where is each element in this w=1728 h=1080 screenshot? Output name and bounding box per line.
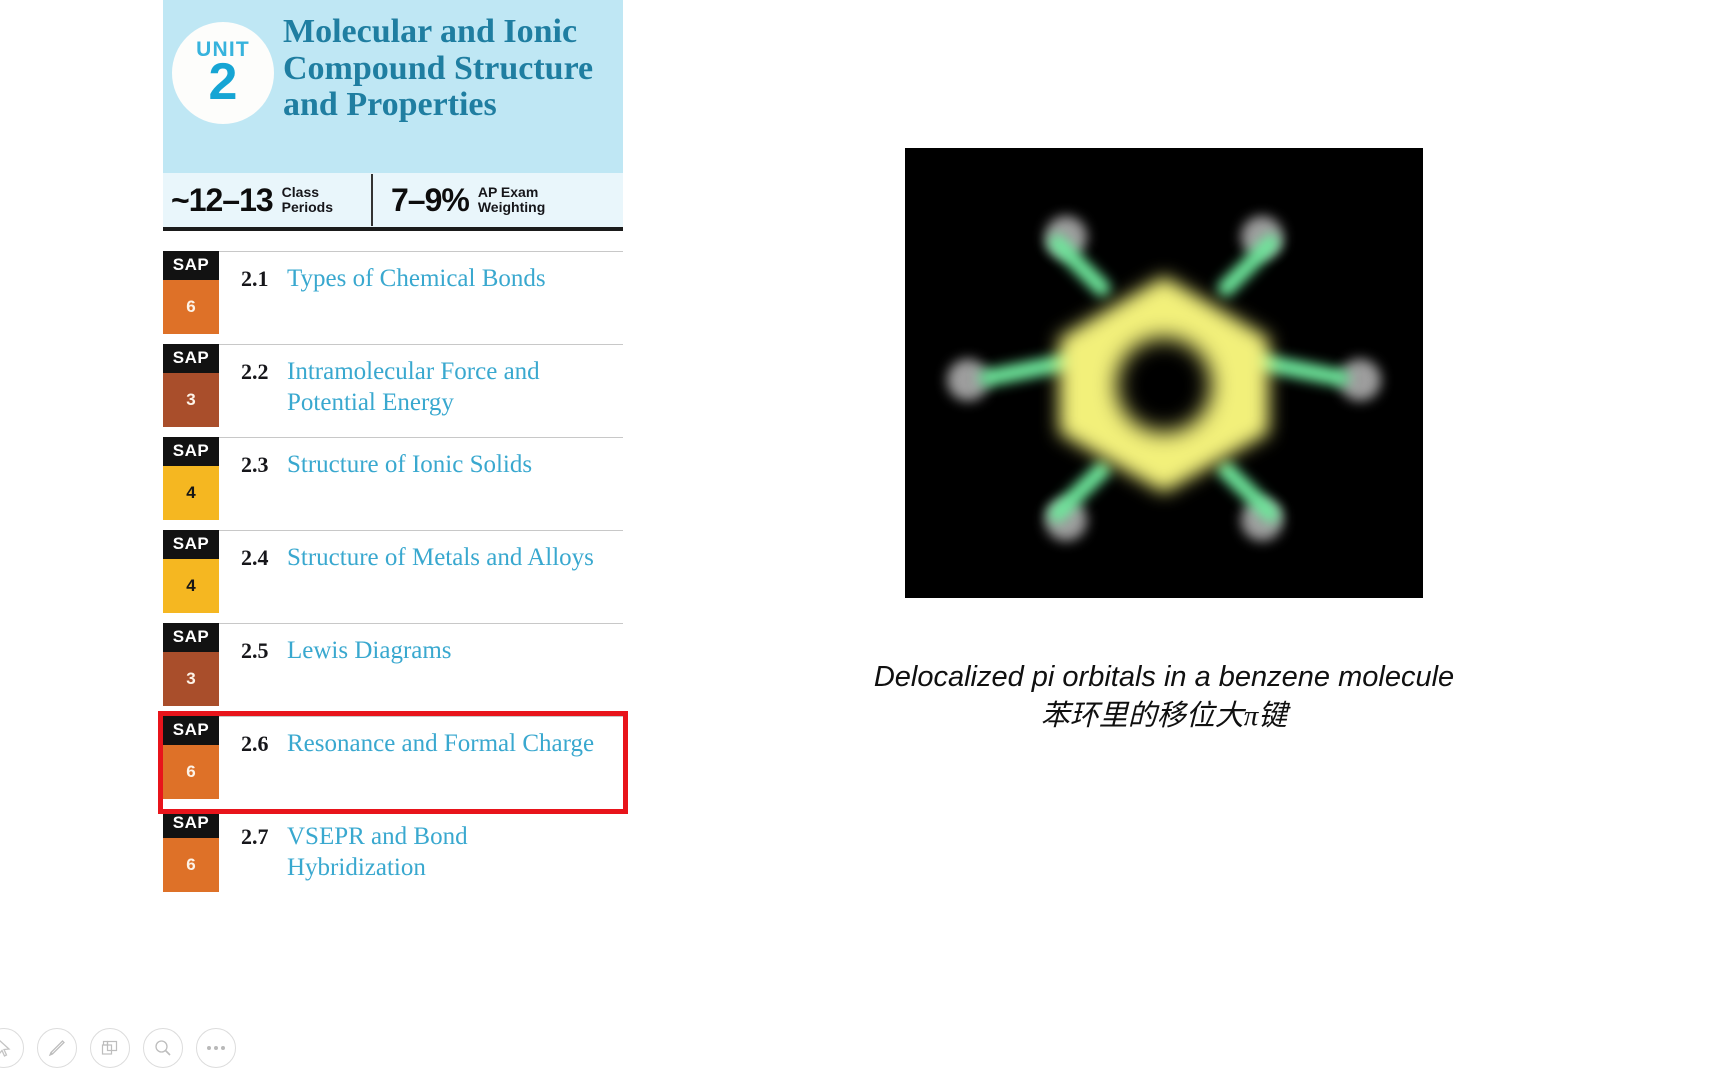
topic-skill-tag: SAP [163, 437, 219, 466]
exam-weighting-label: AP Exam Weighting [478, 185, 545, 214]
topic-code: 2.3 [241, 452, 269, 477]
bottom-toolbar[interactable] [0, 1028, 236, 1068]
class-periods-label: Class Periods [282, 185, 333, 214]
topic-body: 2.7 VSEPR and Bond Hybridization [219, 810, 597, 883]
more-dots [207, 1046, 225, 1050]
topic-skill-count: 6 [163, 745, 219, 799]
benzene-orbital-image [905, 148, 1423, 598]
topic-tag-column: SAP 6 [163, 716, 219, 799]
class-periods-value: ~12–13 [171, 181, 274, 218]
topic-skill-tag: SAP [163, 716, 219, 745]
ring-center-hole [1117, 338, 1211, 432]
topic-name[interactable]: Lewis Diagrams [287, 636, 452, 667]
stat-class-periods: ~12–13 Class Periods [163, 174, 373, 226]
topic-code: 2.5 [241, 638, 269, 663]
unit-circle: UNIT 2 [172, 22, 274, 124]
topic-row[interactable]: SAP 6 2.1 Types of Chemical Bonds [163, 251, 623, 344]
figure-panel: Delocalized pi orbitals in a benzene mol… [874, 148, 1454, 737]
topic-name[interactable]: Resonance and Formal Charge [287, 729, 594, 760]
topic-body: 2.2 Intramolecular Force and Potential En… [219, 345, 597, 418]
topic-skill-tag: SAP [163, 809, 219, 838]
exam-weighting-label-line1: AP Exam [477, 184, 539, 201]
unit-stats-bar: ~12–13 Class Periods 7–9% AP Exam Weight… [163, 173, 623, 231]
topic-row[interactable]: SAP 4 2.4 Structure of Metals and Alloys [163, 530, 623, 623]
unit-badge: UNIT 2 [163, 0, 283, 124]
figure-caption: Delocalized pi orbitals in a benzene mol… [859, 658, 1469, 737]
topic-name[interactable]: VSEPR and Bond Hybridization [287, 822, 597, 883]
topic-skill-tag: SAP [163, 344, 219, 373]
topic-row[interactable]: SAP 4 2.3 Structure of Ionic Solids [163, 437, 623, 530]
exam-weighting-value: 7–9% [391, 181, 470, 218]
topic-list: SAP 6 2.1 Types of Chemical Bonds SAP 3 2.2 Int… [158, 251, 628, 902]
topic-name[interactable]: Types of Chemical Bonds [287, 264, 546, 295]
topic-body: 2.3 Structure of Ionic Solids [219, 438, 532, 481]
pointer-icon[interactable] [0, 1028, 24, 1068]
layers-icon[interactable] [90, 1028, 130, 1068]
topic-body: 2.4 Structure of Metals and Alloys [219, 531, 594, 574]
topic-tag-column: SAP 4 [163, 437, 219, 520]
topic-skill-count: 4 [163, 559, 219, 613]
unit-header: UNIT 2 Molecular and Ionic Compound Stru… [163, 0, 623, 173]
topic-code: 2.6 [241, 731, 269, 756]
topic-code: 2.4 [241, 545, 269, 570]
figure-caption-cn: 苯环里的移位大π键 [1040, 700, 1288, 733]
topic-name[interactable]: Structure of Ionic Solids [287, 450, 532, 481]
topic-body: 2.1 Types of Chemical Bonds [219, 252, 546, 295]
topic-row[interactable]: SAP 3 2.5 Lewis Diagrams [163, 623, 623, 716]
topic-skill-count: 6 [163, 280, 219, 334]
class-periods-label-line1: Class [281, 184, 320, 201]
exam-weighting-label-line2: Weighting [477, 199, 546, 215]
topic-row[interactable]: SAP 3 2.2 Intramolecular Force and Potentia… [163, 344, 623, 437]
topic-body: 2.6 Resonance and Formal Charge [219, 717, 594, 760]
topic-row[interactable]: SAP 6 2.7 VSEPR and Bond Hybridization [163, 809, 623, 902]
unit-title: Molecular and Ionic Compound Structure a… [283, 13, 594, 124]
magnifier-icon[interactable] [143, 1028, 183, 1068]
topic-name[interactable]: Intramolecular Force and Potential Energ… [287, 357, 597, 418]
topic-skill-count: 3 [163, 652, 219, 706]
topic-code: 2.2 [241, 359, 269, 384]
topic-skill-tag: SAP [163, 530, 219, 559]
topic-tag-column: SAP 6 [163, 251, 219, 334]
topic-tag-column: SAP 3 [163, 344, 219, 427]
topic-skill-count: 6 [163, 838, 219, 892]
pen-icon[interactable] [37, 1028, 77, 1068]
topic-skill-tag: SAP [163, 623, 219, 652]
benzene-orbital-svg [905, 148, 1423, 598]
topic-tag-column: SAP 6 [163, 809, 219, 892]
topic-tag-column: SAP 3 [163, 623, 219, 706]
topic-row[interactable]: SAP 6 2.6 Resonance and Formal Charge [158, 711, 628, 814]
topic-code: 2.7 [241, 824, 269, 849]
topic-tag-column: SAP 4 [163, 530, 219, 613]
topic-skill-count: 4 [163, 466, 219, 520]
more-icon[interactable] [196, 1028, 236, 1068]
figure-caption-en: Delocalized pi orbitals in a benzene mol… [873, 661, 1455, 693]
topic-skill-tag: SAP [163, 251, 219, 280]
topic-skill-count: 3 [163, 373, 219, 427]
topic-name[interactable]: Structure of Metals and Alloys [287, 543, 594, 574]
topic-code: 2.1 [241, 266, 269, 291]
stat-exam-weighting: 7–9% AP Exam Weighting [373, 182, 545, 219]
class-periods-label-line2: Periods [281, 199, 334, 215]
topic-body: 2.5 Lewis Diagrams [219, 624, 452, 667]
ap-unit-card: UNIT 2 Molecular and Ionic Compound Stru… [158, 0, 628, 960]
unit-number: 2 [208, 52, 238, 111]
